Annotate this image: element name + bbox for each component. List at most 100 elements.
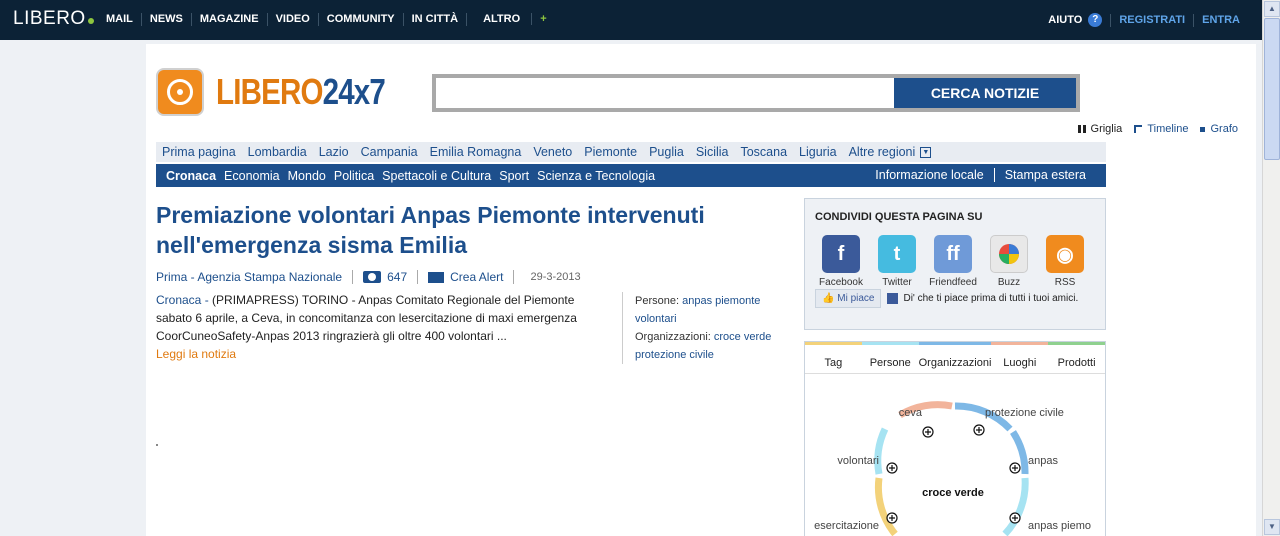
nav-altro-label: ALTRO (483, 13, 521, 25)
region-item[interactable]: Liguria (799, 145, 837, 159)
registrati-link[interactable]: REGISTRATI (1110, 13, 1193, 27)
article-source[interactable]: Prima - Agenzia Stampa Nazionale (156, 270, 342, 284)
region-item[interactable]: Prima pagina (162, 145, 236, 159)
help-icon[interactable]: ? (1088, 13, 1103, 27)
share-buzz-label: Buzz (997, 277, 1021, 288)
category-item[interactable]: Spettacoli e Cultura (382, 169, 491, 183)
nav-mail[interactable]: MAIL (98, 13, 141, 26)
scroll-down-arrow-icon[interactable]: ▼ (1264, 519, 1280, 535)
scroll-thumb[interactable] (1264, 18, 1280, 160)
category-nav: Cronaca Economia Mondo Politica Spettaco… (156, 164, 1106, 187)
region-item[interactable]: Puglia (649, 145, 684, 159)
nav-community[interactable]: COMMUNITY (317, 13, 403, 26)
tab-prodotti[interactable]: Prodotti (1048, 342, 1106, 373)
buzz-icon (990, 235, 1028, 273)
nav-magazine[interactable]: MAGAZINE (190, 13, 267, 26)
thumbs-up-icon: 👍 (822, 293, 835, 304)
tab-persone[interactable]: Persone (861, 342, 919, 373)
category-item[interactable]: Mondo (288, 169, 326, 183)
timeline-icon (1134, 125, 1143, 133)
scroll-up-arrow-icon[interactable]: ▲ (1264, 1, 1280, 17)
view-timeline[interactable]: Timeline (1134, 123, 1188, 135)
envelope-icon[interactable] (428, 271, 445, 283)
region-item[interactable]: Toscana (740, 145, 787, 159)
vertical-scrollbar[interactable]: ▲ ▼ (1262, 0, 1280, 536)
logo-text: LIBERO (13, 8, 86, 29)
nav-altro[interactable]: ALTRO + (466, 13, 563, 26)
tag-node-volontari[interactable]: volontari (837, 455, 879, 467)
article-meta: Prima - Agenzia Stampa Nazionale 647 Cre… (156, 270, 586, 284)
tab-luoghi[interactable]: Luoghi (991, 342, 1049, 373)
divider (352, 270, 354, 284)
category-item[interactable]: Economia (224, 169, 280, 183)
category-item[interactable]: Politica (334, 169, 374, 183)
share-facebook[interactable]: f Facebook (813, 235, 869, 288)
antenna-icon (156, 68, 204, 116)
share-rss-label: RSS (1054, 277, 1076, 288)
page-container: LIBERO24x7 CERCA NOTIZIE Griglia Timelin… (146, 44, 1256, 536)
nav-video[interactable]: VIDEO (266, 13, 318, 26)
search-button[interactable]: CERCA NOTIZIE (894, 78, 1076, 108)
facebook-like: 👍 Mi piace Di' che ti piace prima di tut… (815, 289, 1078, 308)
article-category[interactable]: Cronaca - (156, 293, 209, 307)
nav-in-citta[interactable]: IN CITTÀ (402, 13, 466, 26)
region-item[interactable]: Lazio (319, 145, 349, 159)
photo-count[interactable]: 647 (387, 270, 407, 284)
article-title[interactable]: Premiazione volontari Anpas Piemonte int… (156, 200, 776, 260)
nav-news[interactable]: NEWS (140, 13, 191, 26)
article-entities: Persone: anpas piemonte volontari Organi… (622, 292, 790, 364)
region-item[interactable]: Emilia Romagna (430, 145, 522, 159)
tag-node-ceva[interactable]: ceva (899, 407, 923, 419)
stampa-estera-link[interactable]: Stampa estera (993, 168, 1096, 182)
facebook-icon: f (822, 235, 860, 273)
article-date: 29-3-2013 (530, 271, 581, 283)
share-twitter-label: Twitter (882, 277, 912, 288)
brand-name: LIBERO24x7 (216, 71, 386, 113)
view-griglia[interactable]: Griglia (1077, 123, 1122, 135)
tab-organizzazioni[interactable]: Organizzazioni (918, 342, 992, 373)
search-input[interactable] (436, 78, 894, 108)
share-buzz[interactable]: Buzz (981, 235, 1037, 288)
view-grafo[interactable]: Grafo (1200, 123, 1238, 135)
like-button[interactable]: 👍 Mi piace (815, 289, 882, 308)
read-more-link[interactable]: Leggi la notizia (156, 345, 596, 363)
region-item[interactable]: Campania (361, 145, 418, 159)
region-item[interactable]: Piemonte (584, 145, 637, 159)
category-item[interactable]: Sport (499, 169, 529, 183)
tag-node-anpas-piemonte[interactable]: anpas piemo (1028, 520, 1091, 532)
region-item[interactable]: Lombardia (248, 145, 307, 159)
regions-nav: Prima pagina Lombardia Lazio Campania Em… (156, 142, 1106, 162)
libero-logo[interactable]: LIBERO (13, 8, 94, 30)
camera-icon[interactable] (363, 271, 382, 283)
informazione-locale-link[interactable]: Informazione locale (865, 168, 993, 182)
like-text: Di' che ti piace prima di tutti i tuoi a… (903, 293, 1079, 304)
chevron-down-icon: ▼ (920, 146, 932, 158)
tag-node-esercitazione[interactable]: esercitazione (814, 520, 879, 532)
tag-node-anpas[interactable]: anpas (1028, 455, 1058, 467)
divider (417, 270, 419, 284)
tag-graph-widget: Tag Persone Organizzazioni Luoghi Prodot… (804, 341, 1106, 536)
tag-node-protezione-civile[interactable]: protezione civile (985, 407, 1064, 419)
entra-link[interactable]: ENTRA (1193, 13, 1248, 27)
view-timeline-label: Timeline (1147, 123, 1189, 135)
article-text: (PRIMAPRESS) TORINO - Anpas Comitato Reg… (156, 293, 577, 343)
share-rss[interactable]: ◉ RSS (1037, 235, 1093, 288)
share-friendfeed[interactable]: ff Friendfeed (925, 235, 981, 288)
altre-regioni-dropdown[interactable]: Altre regioni ▼ (849, 145, 932, 159)
share-twitter[interactable]: t Twitter (869, 235, 925, 288)
category-nav-right: Informazione locale Stampa estera (865, 168, 1096, 182)
tag-tabs: Tag Persone Organizzazioni Luoghi Prodot… (805, 342, 1106, 374)
crea-alert-link[interactable]: Crea Alert (450, 270, 503, 284)
category-item-cronaca[interactable]: Cronaca (166, 169, 216, 183)
tag-center[interactable]: croce verde (922, 487, 984, 499)
libero-24x7-logo[interactable]: LIBERO24x7 (156, 68, 422, 116)
aiuto-link[interactable]: AIUTO (1048, 14, 1088, 26)
friendfeed-icon: ff (934, 235, 972, 273)
category-item[interactable]: Scienza e Tecnologia (537, 169, 655, 183)
region-item[interactable]: Veneto (533, 145, 572, 159)
region-item[interactable]: Sicilia (696, 145, 729, 159)
brand-name-24x7: 24x7 (322, 71, 386, 112)
organizzazioni-row: Organizzazioni: croce verde protezione c… (635, 328, 790, 364)
logo-dot (87, 18, 94, 24)
tab-tag[interactable]: Tag (805, 342, 862, 373)
